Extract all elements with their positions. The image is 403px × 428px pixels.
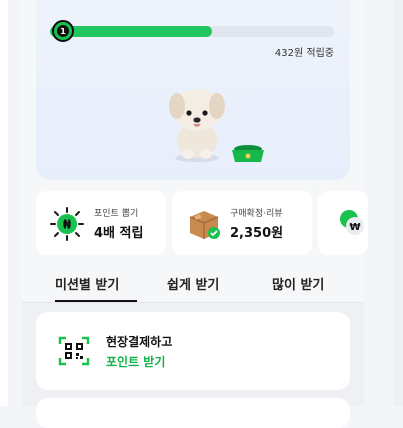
points-status: 432원 적립중 bbox=[274, 48, 334, 59]
level-number: 1 bbox=[57, 25, 69, 37]
mission-title: 현장결제하고 bbox=[106, 335, 173, 349]
benefit-subtitle: 포인트 뽑기 bbox=[94, 209, 139, 219]
svg-text:₩: ₩ bbox=[349, 222, 360, 233]
reward-hero: 1 432원 적립중 bbox=[36, 0, 350, 180]
progress-bar bbox=[50, 26, 334, 37]
reward-tabs: 미션별 받기 쉽게 받기 많이 받기 bbox=[22, 264, 364, 304]
right-gutter bbox=[393, 0, 403, 406]
progress-fill bbox=[50, 26, 212, 37]
benefit-card-partial[interactable]: ₩ bbox=[318, 191, 368, 255]
benefit-title: 4배 적립 bbox=[94, 226, 144, 241]
qr-scan-icon bbox=[58, 336, 90, 366]
left-gutter bbox=[0, 0, 8, 406]
benefit-card-point-draw[interactable]: ₦ 포인트 뽑기 4배 적립 bbox=[36, 191, 166, 255]
mission-item-onsite-payment[interactable]: 현장결제하고 포인트 받기 bbox=[36, 312, 350, 390]
puppy-character-icon[interactable] bbox=[166, 84, 228, 164]
mission-action-link[interactable]: 포인트 받기 bbox=[106, 353, 165, 370]
level-badge: 1 bbox=[52, 20, 74, 42]
tab-many[interactable]: 많이 받기 bbox=[272, 274, 324, 293]
benefit-card-purchase-review[interactable]: 구매확정·리뷰 2,350원 bbox=[172, 191, 312, 255]
point-coin-icon: ₦ bbox=[50, 207, 84, 241]
delivery-box-icon bbox=[189, 211, 220, 239]
benefit-title: 2,350원 bbox=[230, 226, 284, 241]
svg-text:₦: ₦ bbox=[63, 218, 72, 232]
tab-easy[interactable]: 쉽게 받기 bbox=[167, 274, 219, 293]
food-bowl-icon bbox=[232, 145, 264, 162]
benefit-subtitle: 구매확정·리뷰 bbox=[230, 209, 283, 219]
mission-item-next[interactable] bbox=[36, 398, 350, 428]
tab-mission[interactable]: 미션별 받기 bbox=[55, 274, 119, 293]
won-coin-icon: ₩ bbox=[340, 210, 364, 235]
